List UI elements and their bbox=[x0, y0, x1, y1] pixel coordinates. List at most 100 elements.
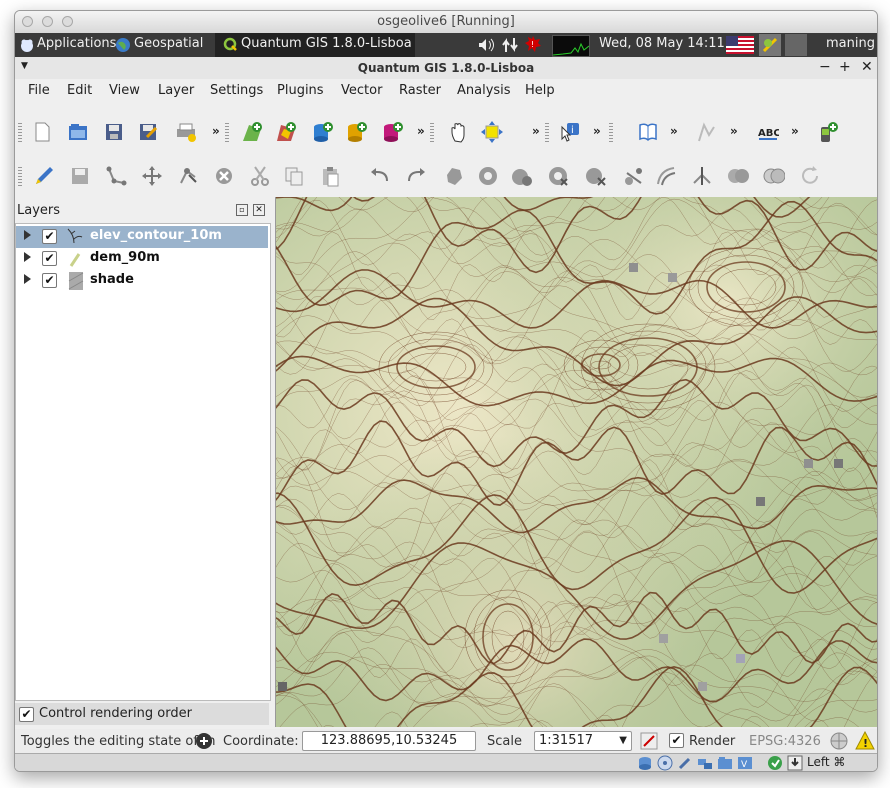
add-raster-layer-icon[interactable] bbox=[275, 121, 297, 143]
menu-help[interactable]: Help bbox=[525, 83, 555, 98]
save-project-icon[interactable] bbox=[103, 121, 125, 143]
hard-disk-icon[interactable] bbox=[637, 755, 653, 771]
undo-icon[interactable] bbox=[369, 165, 391, 187]
render-checkbox[interactable]: ✔ bbox=[669, 733, 684, 748]
layer-visibility-checkbox[interactable]: ✔ bbox=[42, 273, 57, 288]
minimize-icon[interactable]: − bbox=[819, 59, 831, 75]
add-postgis-layer-icon[interactable] bbox=[311, 121, 333, 143]
clock[interactable]: Wed, 08 May 14:11 bbox=[599, 36, 725, 51]
menu-view[interactable]: View bbox=[109, 83, 140, 98]
merge-features-icon[interactable] bbox=[727, 165, 749, 187]
move-feature-icon[interactable] bbox=[141, 165, 163, 187]
stop-render-icon[interactable] bbox=[640, 732, 658, 754]
overflow-chevron[interactable]: » bbox=[593, 124, 601, 138]
video-capture-icon[interactable]: V bbox=[737, 755, 753, 771]
expand-arrow-icon[interactable] bbox=[24, 252, 31, 262]
delete-part-icon[interactable] bbox=[585, 165, 607, 187]
menu-layer[interactable]: Layer bbox=[158, 83, 194, 98]
reshape-features-icon[interactable] bbox=[623, 165, 645, 187]
map-canvas[interactable] bbox=[275, 197, 877, 727]
menu-analysis[interactable]: Analysis bbox=[457, 83, 511, 98]
overflow-chevron[interactable]: » bbox=[791, 124, 799, 138]
applications-icon[interactable] bbox=[19, 37, 35, 57]
node-tool-icon[interactable] bbox=[177, 165, 199, 187]
help-book-icon[interactable] bbox=[637, 121, 659, 143]
add-part-icon[interactable] bbox=[511, 165, 533, 187]
volume-icon[interactable] bbox=[477, 37, 495, 57]
identify-features-icon[interactable]: i bbox=[559, 121, 581, 143]
applications-menu[interactable]: Applications bbox=[37, 36, 116, 51]
rotate-point-symbols-icon[interactable] bbox=[799, 165, 821, 187]
menu-settings[interactable]: Settings bbox=[210, 83, 263, 98]
update-alert-icon[interactable]: ! bbox=[524, 35, 542, 57]
cut-features-icon[interactable] bbox=[249, 165, 271, 187]
new-project-icon[interactable] bbox=[31, 121, 53, 143]
pan-to-selection-icon[interactable] bbox=[481, 121, 503, 143]
geospatial-menu[interactable]: Geospatial bbox=[134, 36, 203, 51]
menu-raster[interactable]: Raster bbox=[399, 83, 441, 98]
usb-icon[interactable] bbox=[677, 755, 693, 771]
toggle-editing-pencil-icon[interactable] bbox=[33, 165, 55, 187]
toolbar-grip[interactable] bbox=[430, 123, 434, 143]
delete-selected-icon[interactable] bbox=[213, 165, 235, 187]
scale-combobox[interactable]: 1:31517 ▼ bbox=[534, 731, 632, 751]
guest-additions-icon[interactable] bbox=[767, 755, 783, 771]
toolbar-grip[interactable] bbox=[18, 167, 22, 187]
offset-curve-icon[interactable] bbox=[655, 165, 677, 187]
overflow-chevron[interactable]: » bbox=[670, 124, 678, 138]
network-adapter-icon[interactable] bbox=[697, 755, 713, 771]
overflow-chevron[interactable]: » bbox=[532, 124, 540, 138]
add-feature-icon[interactable] bbox=[105, 165, 127, 187]
add-mssql-layer-icon[interactable] bbox=[381, 121, 403, 143]
split-features-icon[interactable] bbox=[691, 165, 713, 187]
menu-plugins[interactable]: Plugins bbox=[277, 83, 324, 98]
menu-vector[interactable]: Vector bbox=[341, 83, 382, 98]
window-menu-arrow-icon[interactable]: ▼ bbox=[21, 61, 28, 71]
add-vector-layer-icon[interactable] bbox=[241, 121, 263, 143]
close-panel-icon[interactable]: ✕ bbox=[253, 204, 265, 216]
gps-tracking-icon[interactable] bbox=[817, 121, 839, 143]
overflow-chevron[interactable]: » bbox=[730, 124, 738, 138]
user-menu[interactable]: maning bbox=[826, 36, 875, 51]
add-spatialite-layer-icon[interactable] bbox=[345, 121, 367, 143]
float-panel-icon[interactable]: ▫ bbox=[236, 204, 248, 216]
paste-features-icon[interactable] bbox=[319, 165, 341, 187]
taskbar-entry[interactable]: Quantum GIS 1.8.0-Lisboa bbox=[215, 33, 415, 57]
overflow-chevron[interactable]: » bbox=[417, 124, 425, 138]
projection-globe-icon[interactable] bbox=[829, 731, 849, 755]
shared-folders-icon[interactable] bbox=[717, 755, 733, 771]
coordinate-toggle-icon[interactable] bbox=[195, 732, 213, 754]
us-flag-icon[interactable] bbox=[726, 36, 754, 58]
warning-messages-icon[interactable]: ! bbox=[855, 730, 875, 755]
redo-icon[interactable] bbox=[405, 165, 427, 187]
layer-visibility-checkbox[interactable]: ✔ bbox=[42, 229, 57, 244]
save-as-icon[interactable] bbox=[137, 121, 159, 143]
menu-edit[interactable]: Edit bbox=[67, 83, 92, 98]
layer-item-elev-contour-10m[interactable]: ✔ elev_contour_10m bbox=[16, 226, 268, 248]
coordinate-field[interactable]: 123.88695,10.53245 bbox=[302, 731, 476, 751]
workspace-switcher[interactable] bbox=[785, 34, 807, 56]
toolbar-grip[interactable] bbox=[545, 123, 549, 143]
copy-features-icon[interactable] bbox=[283, 165, 305, 187]
open-project-icon[interactable] bbox=[67, 121, 89, 143]
layer-visibility-checkbox[interactable]: ✔ bbox=[42, 251, 57, 266]
layer-item-dem-90m[interactable]: ✔ dem_90m bbox=[16, 248, 268, 270]
network-icon[interactable] bbox=[501, 37, 519, 57]
merge-attributes-icon[interactable] bbox=[763, 165, 785, 187]
expand-arrow-icon[interactable] bbox=[24, 230, 31, 240]
crs-status[interactable]: EPSG:4326 bbox=[749, 734, 821, 749]
toolbar-grip[interactable] bbox=[225, 123, 229, 143]
layer-item-shade[interactable]: ✔ shade bbox=[16, 270, 268, 292]
control-rendering-order-checkbox[interactable]: ✔ bbox=[19, 707, 34, 722]
toolbar-grip[interactable] bbox=[609, 123, 613, 143]
print-composer-icon[interactable] bbox=[175, 121, 197, 143]
label-abc-icon[interactable]: ABC bbox=[757, 121, 779, 143]
vertex-snapping-icon[interactable] bbox=[695, 121, 717, 143]
mouse-integration-icon[interactable] bbox=[787, 755, 803, 771]
toolbar-grip[interactable] bbox=[18, 123, 22, 143]
pan-hand-icon[interactable] bbox=[449, 121, 471, 143]
save-edits-icon[interactable] bbox=[69, 165, 91, 187]
maximize-icon[interactable]: + bbox=[839, 59, 851, 75]
overflow-chevron[interactable]: » bbox=[212, 124, 220, 138]
expand-arrow-icon[interactable] bbox=[24, 274, 31, 284]
